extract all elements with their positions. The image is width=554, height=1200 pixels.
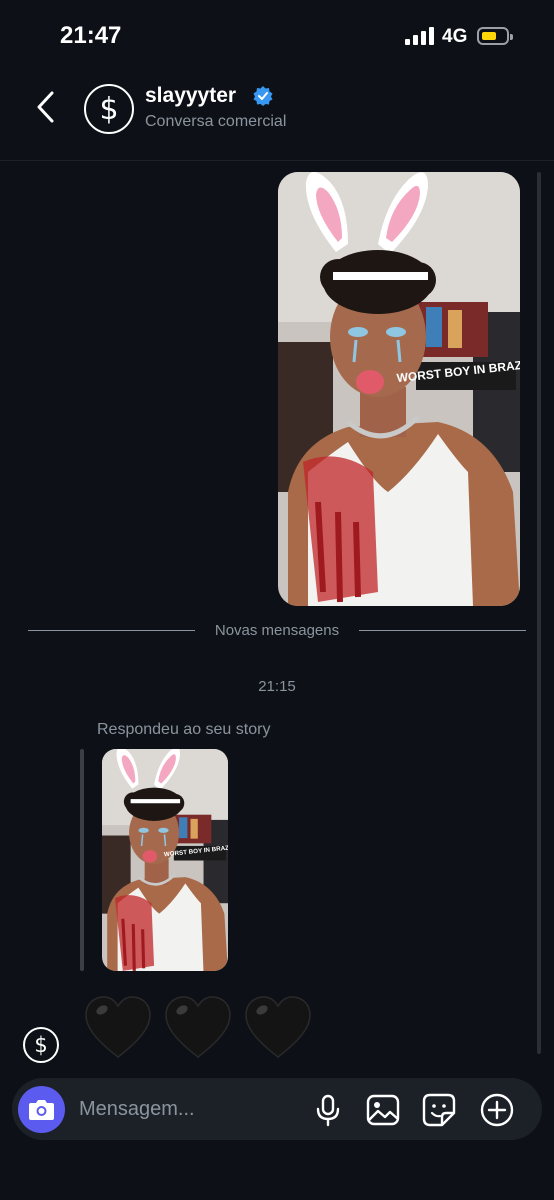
camera-icon	[29, 1100, 54, 1120]
signal-bars-icon	[405, 27, 435, 45]
network-type: 4G	[442, 26, 468, 47]
black-heart-icon	[85, 996, 151, 1058]
microphone-icon[interactable]	[310, 1092, 346, 1128]
story-photo: WORST BOY IN BRAZIL	[278, 172, 520, 606]
chat-header: $ slayyyter Conversa comercial	[0, 72, 554, 161]
plus-icon[interactable]	[479, 1092, 515, 1128]
image-icon[interactable]	[365, 1092, 401, 1128]
scrollbar[interactable]	[537, 172, 541, 1054]
verified-badge-icon	[253, 86, 273, 106]
status-bar: 21:47 4G	[0, 0, 554, 72]
sticker-icon[interactable]	[421, 1092, 457, 1128]
sender-avatar[interactable]: $	[23, 1027, 59, 1063]
black-heart-icon	[165, 996, 231, 1058]
message-composer: Mensagem...	[12, 1078, 542, 1140]
avatar-symbol: $	[99, 92, 119, 127]
message-input[interactable]: Mensagem...	[79, 1078, 195, 1140]
camera-button[interactable]	[18, 1086, 65, 1133]
avatar[interactable]: $	[84, 84, 134, 134]
story-image[interactable]: WORST BOY IN BRAZIL	[278, 172, 520, 606]
sender-avatar-symbol: $	[34, 1033, 48, 1057]
story-reply-thumbnail[interactable]: WORST BOY IN BRAZIL	[102, 749, 228, 971]
contact-subtitle: Conversa comercial	[145, 113, 287, 130]
battery-icon	[477, 27, 513, 45]
status-time: 21:47	[60, 22, 122, 49]
chevron-left-icon[interactable]	[34, 90, 58, 124]
new-messages-label: Novas mensagens	[214, 622, 340, 639]
black-heart-icon	[245, 996, 311, 1058]
message-timestamp: 21:15	[258, 678, 296, 695]
reply-label: Respondeu ao seu story	[97, 721, 271, 738]
reaction-message[interactable]	[82, 993, 314, 1069]
reply-indicator-bar	[80, 749, 84, 971]
contact-name[interactable]: slayyyter	[145, 84, 236, 108]
story-thumbnail-photo: WORST BOY IN BRAZIL	[102, 749, 228, 971]
